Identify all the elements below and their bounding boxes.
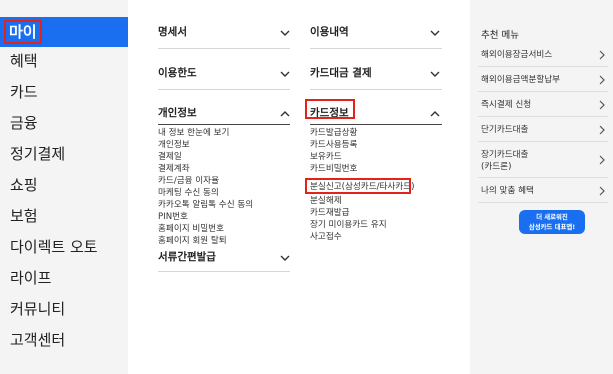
divider (478, 116, 608, 117)
chevron-down-icon[interactable] (278, 26, 292, 40)
menu-link[interactable]: 결제일 (158, 152, 182, 164)
recommend-item[interactable]: 장기카드대출 (카드론) (481, 149, 528, 173)
chevron-down-icon[interactable] (278, 67, 292, 81)
recommend-item[interactable]: 단기카드대출 (481, 124, 528, 136)
chevron-down-icon[interactable] (278, 251, 292, 265)
divider (310, 89, 442, 90)
nav-item-life[interactable]: 라이프 (0, 263, 128, 293)
nav-item-customer-center[interactable]: 고객센터 (0, 325, 128, 355)
menu-card-payment[interactable]: 카드대금 결제 (310, 63, 372, 83)
nav-item-direct-auto[interactable]: 다이렉트 오토 (0, 232, 128, 262)
divider (478, 141, 608, 142)
nav-item-label: 마이 (4, 20, 42, 44)
menu-link[interactable]: 카드발급상황 (310, 128, 357, 140)
chevron-down-icon[interactable] (428, 26, 442, 40)
divider (478, 91, 608, 92)
menu-personal-info[interactable]: 개인정보 (158, 103, 197, 123)
recommend-item[interactable]: 해외이용장금서비스 (481, 49, 552, 61)
menu-link[interactable]: 카드사용등록 (310, 140, 357, 152)
menu-link[interactable]: PIN번호 (158, 212, 188, 224)
chevron-right-icon[interactable] (598, 155, 606, 165)
divider (158, 48, 290, 49)
recommend-item[interactable]: 즉시결제 신청 (481, 99, 531, 111)
nav-item-finance[interactable]: 금융 (0, 108, 128, 138)
nav-item-community[interactable]: 커뮤니티 (0, 294, 128, 324)
chevron-right-icon[interactable] (598, 125, 606, 135)
divider (310, 124, 442, 125)
menu-usage[interactable]: 이용내역 (310, 22, 349, 42)
app-promo-banner[interactable]: 더 새로워진 삼성카드 대표앱! (495, 210, 585, 358)
menu-link[interactable]: 사고접수 (310, 232, 342, 244)
menu-documents[interactable]: 서류간편발급 (158, 247, 216, 267)
chevron-down-icon[interactable] (428, 67, 442, 81)
nav-item-subscription[interactable]: 정기결제 (0, 139, 128, 169)
recommend-title: 추천 메뉴 (481, 30, 519, 41)
divider (478, 202, 608, 203)
menu-link[interactable]: 내 정보 한눈에 보기 (158, 128, 229, 140)
menu-link[interactable]: 카드/금융 이자율 (158, 176, 219, 188)
recommend-item[interactable]: 나의 맞춤 혜택 (481, 185, 534, 197)
nav-item-card[interactable]: 카드 (0, 77, 128, 107)
menu-link[interactable]: 마케팅 수신 동의 (158, 188, 219, 200)
menu-link[interactable]: 분실해제 (310, 196, 342, 208)
menu-link[interactable]: 홈페이지 비밀번호 (158, 224, 224, 236)
divider (158, 124, 290, 125)
divider (158, 89, 290, 90)
divider (310, 48, 442, 49)
menu-link[interactable]: 카드재발급 (310, 208, 350, 220)
menu-statement[interactable]: 명세서 (158, 22, 187, 42)
highlight-box (305, 99, 355, 119)
menu-link[interactable]: 장기 미이용카드 유지 (310, 220, 387, 232)
chevron-up-icon[interactable] (428, 107, 442, 121)
chevron-right-icon[interactable] (598, 186, 606, 196)
menu-link[interactable]: 개인정보 (158, 140, 190, 152)
nav-item-my[interactable]: 마이 (0, 17, 128, 47)
divider (158, 271, 290, 272)
nav-item-shopping[interactable]: 쇼핑 (0, 170, 128, 200)
promo-bubble: 더 새로워진 삼성카드 대표앱! (519, 210, 585, 234)
menu-link[interactable]: 보유카드 (310, 152, 342, 164)
divider (478, 66, 608, 67)
nav-item-benefit[interactable]: 혜택 (0, 46, 128, 76)
chevron-right-icon[interactable] (598, 100, 606, 110)
menu-link[interactable]: 결제계좌 (158, 164, 190, 176)
promo-line2: 삼성카드 대표앱! (528, 223, 576, 231)
chevron-right-icon[interactable] (598, 75, 606, 85)
chevron-right-icon[interactable] (598, 50, 606, 60)
menu-link[interactable]: 카카오톡 알림톡 수신 동의 (158, 200, 253, 212)
left-nav: 마이 혜택 카드 금융 정기결제 쇼핑 보험 다이렉트 오토 라이프 커뮤니티 … (0, 0, 128, 374)
chevron-up-icon[interactable] (278, 107, 292, 121)
highlight-box (305, 178, 411, 194)
menu-limit[interactable]: 이용한도 (158, 63, 197, 83)
menu-link[interactable]: 카드비밀번호 (310, 164, 357, 176)
promo-line1: 더 새로워진 (536, 213, 568, 221)
recommend-item[interactable]: 해외이용금액분할납부 (481, 74, 560, 86)
nav-item-insurance[interactable]: 보험 (0, 201, 128, 231)
divider (478, 177, 608, 178)
